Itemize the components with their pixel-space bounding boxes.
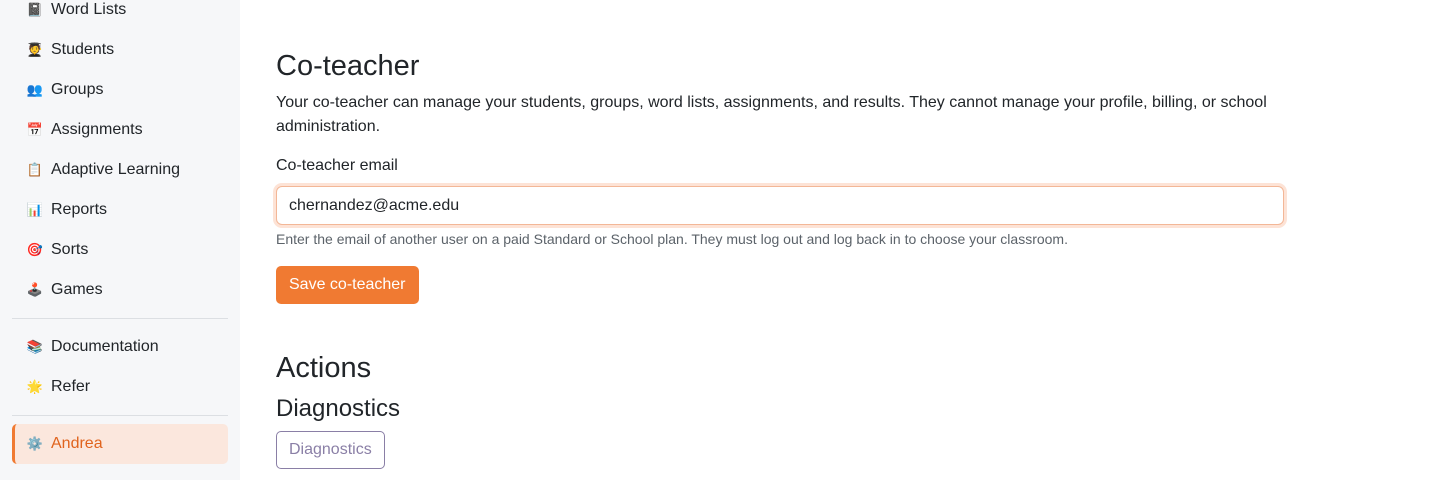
- sidebar-item-documentation[interactable]: 📚 Documentation: [12, 327, 228, 367]
- sidebar-item-students[interactable]: 🧑‍🎓 Students: [12, 30, 228, 70]
- coteacher-help-text: Enter the email of another user on a pai…: [276, 231, 1068, 247]
- actions-heading: Actions: [276, 352, 372, 384]
- sidebar-item-label: Refer: [51, 378, 91, 395]
- diagnostics-button[interactable]: Diagnostics: [276, 431, 385, 469]
- coteacher-email-label: Co-teacher email: [276, 157, 398, 174]
- diagnostics-heading: Diagnostics: [276, 395, 401, 422]
- sidebar-item-label: Reports: [51, 201, 108, 218]
- sidebar-item-assignments[interactable]: 📅 Assignments: [12, 110, 228, 150]
- people-icon: 👥: [26, 82, 44, 97]
- bar-chart-icon: 📊: [26, 202, 44, 217]
- sidebar-divider: [12, 318, 228, 319]
- student-icon: 🧑‍🎓: [26, 42, 44, 57]
- target-icon: 🎯: [26, 242, 44, 257]
- sidebar-item-label: Andrea: [51, 435, 103, 452]
- sidebar-item-adaptive-learning[interactable]: 📋 Adaptive Learning: [12, 150, 228, 190]
- sidebar-item-label: Games: [51, 281, 103, 298]
- sidebar-item-label: Sorts: [51, 241, 89, 258]
- coteacher-description: Your co-teacher can manage your students…: [276, 94, 1267, 135]
- sidebar-item-label: Adaptive Learning: [51, 161, 180, 178]
- sidebar-item-user[interactable]: ⚙️ Andrea: [12, 424, 228, 464]
- gear-icon: ⚙️: [26, 436, 44, 451]
- sidebar-item-label: Groups: [51, 81, 104, 98]
- star-icon: 🌟: [26, 379, 44, 394]
- sidebar-item-label: Documentation: [51, 338, 159, 355]
- coteacher-heading: Co-teacher: [276, 50, 420, 82]
- notebook-icon: 📓: [26, 2, 44, 17]
- sidebar-item-label: Students: [51, 41, 115, 58]
- calendar-icon: 📅: [26, 122, 44, 137]
- sidebar: 📓 Word Lists 🧑‍🎓 Students 👥 Groups 📅 Ass…: [0, 0, 240, 480]
- sidebar-item-label: Word Lists: [51, 1, 127, 18]
- sidebar-item-reports[interactable]: 📊 Reports: [12, 190, 228, 230]
- joystick-icon: 🕹️: [26, 282, 44, 297]
- sidebar-item-sorts[interactable]: 🎯 Sorts: [12, 230, 228, 270]
- sidebar-item-label: Assignments: [51, 121, 143, 138]
- sidebar-divider: [12, 415, 228, 416]
- save-coteacher-button[interactable]: Save co-teacher: [276, 266, 419, 304]
- books-icon: 📚: [26, 339, 44, 354]
- sidebar-item-refer[interactable]: 🌟 Refer: [12, 367, 228, 407]
- sidebar-item-games[interactable]: 🕹️ Games: [12, 270, 228, 310]
- sidebar-item-groups[interactable]: 👥 Groups: [12, 70, 228, 110]
- coteacher-email-input[interactable]: [276, 186, 1284, 225]
- clipboard-icon: 📋: [26, 162, 44, 177]
- sidebar-item-word-lists[interactable]: 📓 Word Lists: [12, 0, 228, 30]
